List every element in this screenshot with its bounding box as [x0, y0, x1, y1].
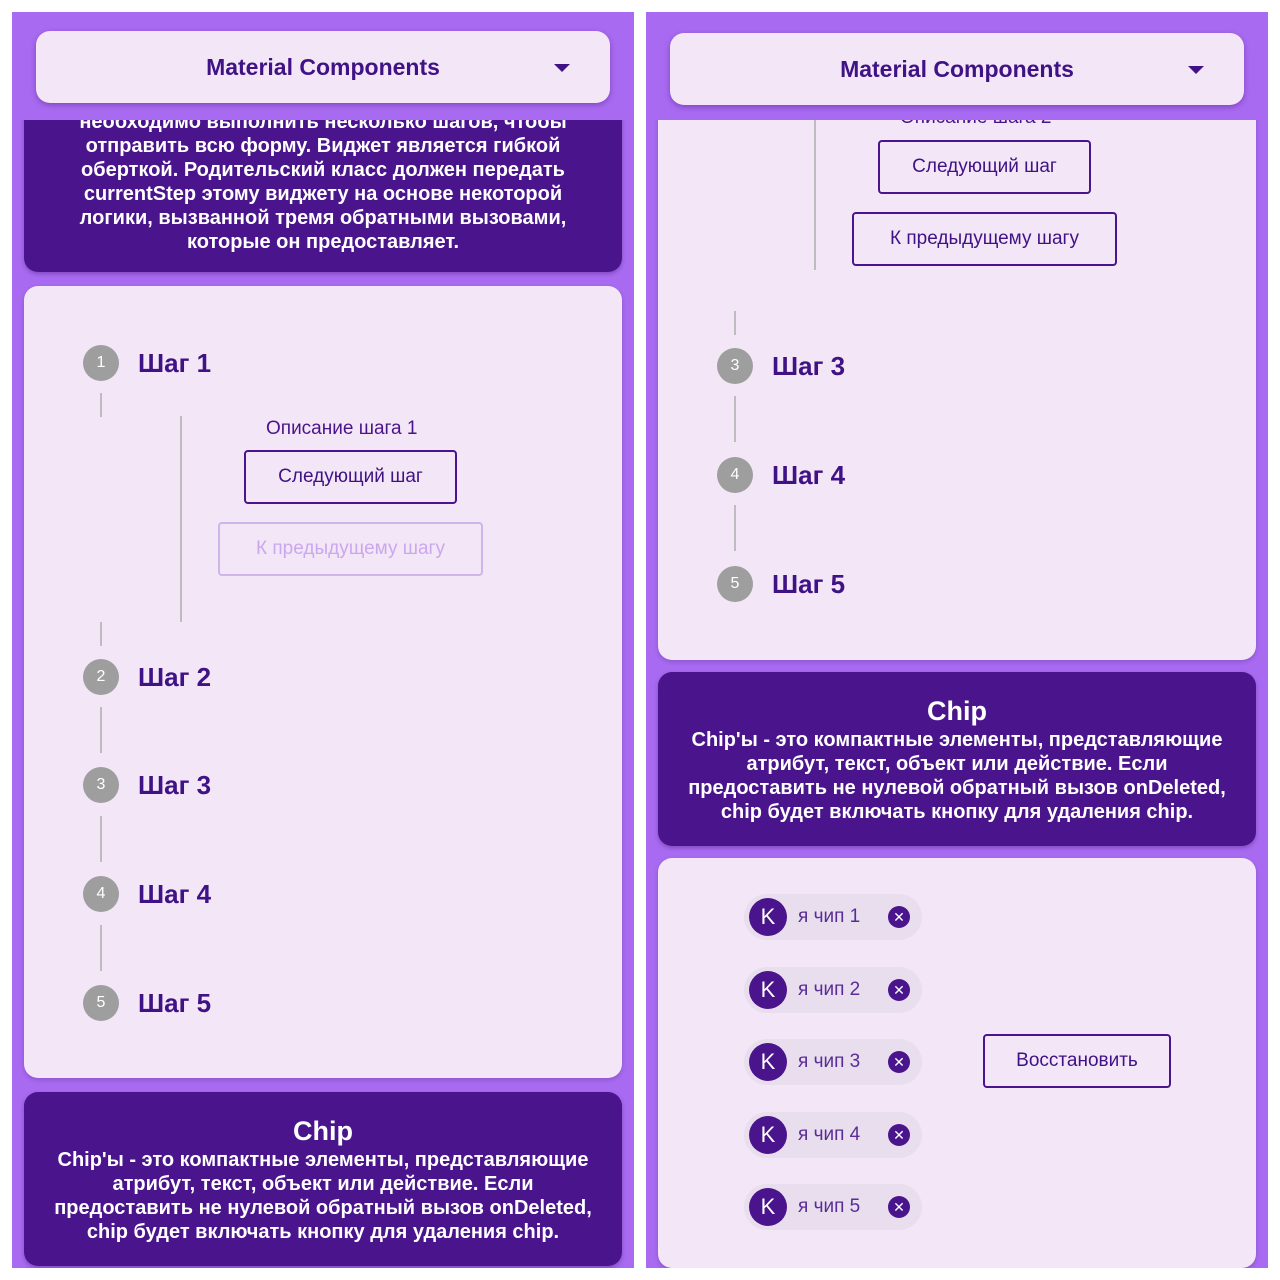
- step-2-title[interactable]: Шаг 2: [138, 662, 211, 692]
- chip[interactable]: K я чип 3 ✕: [744, 1039, 922, 1085]
- stepper-card: 1 Шаг 1 Описание шага 1 Следующий шаг К …: [24, 286, 622, 1078]
- chip-desc-line: предоставить не нулевой обратный вызов o…: [54, 1197, 592, 1219]
- step-connector: [100, 622, 102, 646]
- step-connector: [734, 396, 736, 442]
- cancel-icon[interactable]: ✕: [888, 1051, 910, 1073]
- stepper-intro-card: необходимо выполнить несколько шагов, чт…: [24, 120, 622, 272]
- app-bar-dropdown[interactable]: Material Components: [670, 33, 1244, 105]
- app-bar-title: Material Components: [206, 53, 440, 80]
- intro-line: оберткой. Родительский класс должен пере…: [81, 159, 565, 181]
- chip[interactable]: K я чип 1 ✕: [744, 894, 922, 940]
- step-content-line: [180, 416, 182, 622]
- chip-label: я чип 5: [798, 1196, 861, 1217]
- step-4-title[interactable]: Шаг 4: [772, 460, 845, 490]
- chip-section-title: Chip: [293, 1116, 353, 1146]
- step-3-indicator[interactable]: 3: [717, 348, 753, 384]
- step-5-indicator[interactable]: 5: [83, 985, 119, 1021]
- step-3-indicator[interactable]: 3: [83, 767, 119, 803]
- chip-desc-line: атрибут, текст, объект или действие. Есл…: [746, 753, 1168, 775]
- step-4-indicator[interactable]: 4: [717, 457, 753, 493]
- step-connector: [734, 311, 736, 335]
- chip-desc-line: chip будет включать кнопку для удаления …: [720, 801, 1194, 823]
- chip[interactable]: K я чип 5 ✕: [744, 1184, 922, 1230]
- chip-avatar: K: [749, 1043, 787, 1081]
- scroll-viewport[interactable]: необходимо выполнить несколько шагов, чт…: [12, 120, 634, 1268]
- chips-card: K я чип 1 ✕ K я чип 2 ✕ K я чип 3 ✕ K я …: [658, 858, 1256, 1268]
- stepper-card: Описание шага 2 Следующий шаг К предыдущ…: [658, 120, 1256, 660]
- chip-desc-line: предоставить не нулевой обратный вызов o…: [688, 777, 1226, 799]
- step-1-title[interactable]: Шаг 1: [138, 348, 211, 378]
- cancel-icon[interactable]: ✕: [888, 1196, 910, 1218]
- intro-partial-line: необходимо выполнить несколько шагов, чт…: [79, 120, 567, 133]
- step-4-indicator[interactable]: 4: [83, 876, 119, 912]
- chip-info-card: Chip Chip'ы - это компактные элементы, п…: [24, 1092, 622, 1266]
- scroll-viewport[interactable]: Описание шага 2 Следующий шаг К предыдущ…: [646, 120, 1268, 1268]
- step-content-line: [814, 120, 816, 270]
- step-5-indicator[interactable]: 5: [717, 566, 753, 602]
- chip-desc-line: атрибут, текст, объект или действие. Есл…: [112, 1173, 534, 1195]
- step-connector: [734, 505, 736, 551]
- intro-line: логики, вызванной тремя обратными вызова…: [79, 207, 567, 229]
- chip-desc-line: chip будет включать кнопку для удаления …: [86, 1221, 560, 1243]
- step-5-title[interactable]: Шаг 5: [138, 988, 211, 1018]
- restore-chips-button[interactable]: Восстановить: [983, 1034, 1171, 1088]
- intro-line: отправить всю форму. Виджет является гиб…: [85, 135, 561, 157]
- chip-label: я чип 4: [798, 1124, 861, 1145]
- next-step-button[interactable]: Следующий шаг: [878, 140, 1091, 194]
- step-connector: [100, 925, 102, 971]
- step-2-description: Описание шага 2: [900, 120, 1051, 130]
- cancel-icon[interactable]: ✕: [888, 979, 910, 1001]
- chip-section-title: Chip: [927, 696, 987, 726]
- chip-avatar: K: [749, 898, 787, 936]
- chip-label: я чип 1: [798, 906, 861, 927]
- chip-avatar: K: [749, 1116, 787, 1154]
- arrow-drop-down-icon: [554, 64, 570, 72]
- step-connector: [100, 707, 102, 753]
- next-step-button[interactable]: Следующий шаг: [244, 450, 457, 504]
- chip-desc-line: Chip'ы - это компактные элементы, предст…: [691, 729, 1223, 751]
- previous-step-button[interactable]: К предыдущему шагу: [218, 522, 483, 576]
- step-connector: [100, 393, 102, 417]
- cancel-icon[interactable]: ✕: [888, 1124, 910, 1146]
- chip-avatar: K: [749, 971, 787, 1009]
- chip-info-card: Chip Chip'ы - это компактные элементы, п…: [658, 672, 1256, 846]
- screen-right: Material Components Описание шага 2 След…: [646, 12, 1268, 1268]
- chip[interactable]: K я чип 2 ✕: [744, 967, 922, 1013]
- app-bar-dropdown[interactable]: Material Components: [36, 31, 610, 103]
- intro-line: которые он предоставляет.: [186, 231, 459, 253]
- chip-desc-line: Chip'ы - это компактные элементы, предст…: [57, 1149, 589, 1171]
- chip[interactable]: K я чип 4 ✕: [744, 1112, 922, 1158]
- chip-label: я чип 2: [798, 979, 861, 1000]
- step-4-title[interactable]: Шаг 4: [138, 879, 211, 909]
- step-3-title[interactable]: Шаг 3: [772, 351, 845, 381]
- screen-left: Material Components необходимо выполнить…: [12, 12, 634, 1268]
- step-5-title[interactable]: Шаг 5: [772, 569, 845, 599]
- previous-step-button[interactable]: К предыдущему шагу: [852, 212, 1117, 266]
- step-3-title[interactable]: Шаг 3: [138, 770, 211, 800]
- step-1-indicator[interactable]: 1: [83, 345, 119, 381]
- chip-avatar: K: [749, 1188, 787, 1226]
- arrow-drop-down-icon: [1188, 66, 1204, 74]
- chip-label: я чип 3: [798, 1051, 861, 1072]
- step-1-description: Описание шага 1: [266, 418, 418, 439]
- intro-line: currentStep этому виджету на основе неко…: [83, 183, 563, 205]
- step-connector: [100, 816, 102, 862]
- app-bar-title: Material Components: [840, 55, 1074, 82]
- step-2-indicator[interactable]: 2: [83, 659, 119, 695]
- cancel-icon[interactable]: ✕: [888, 906, 910, 928]
